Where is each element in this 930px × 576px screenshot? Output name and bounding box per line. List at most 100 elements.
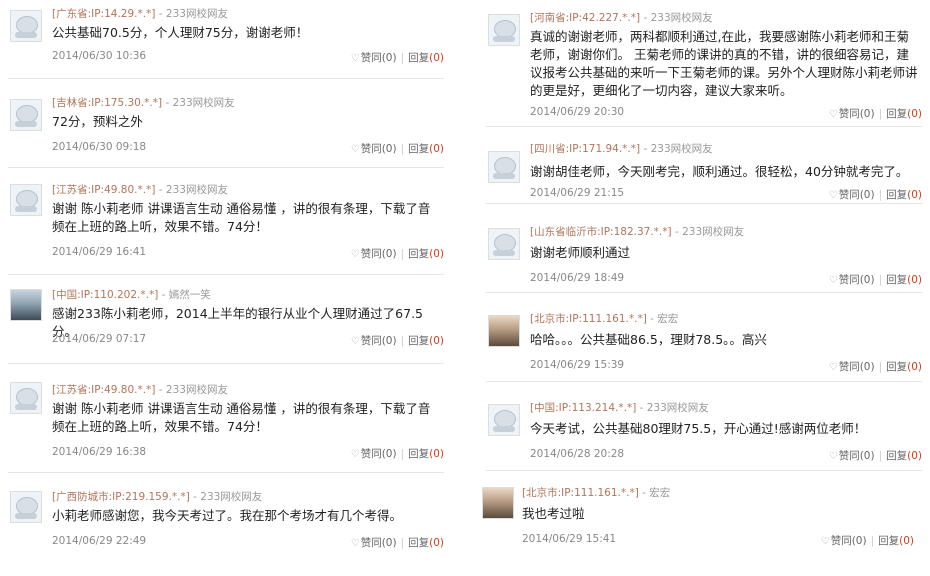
like-button[interactable]: ♡赞同(0) — [821, 535, 867, 547]
ip-location: [河南省:IP:42.227.*.*] — [530, 12, 641, 24]
like-button[interactable]: ♡赞同(0) — [351, 52, 397, 64]
avatar[interactable] — [10, 99, 42, 131]
ip-location: [广东省:IP:14.29.*.*] — [52, 8, 156, 20]
comment-item: [广东省:IP:14.29.*.*] - 233网校网友 公共基础70.5分，个… — [8, 0, 444, 79]
avatar[interactable] — [488, 151, 520, 183]
comment-date: 2014/06/29 20:30 — [530, 106, 625, 118]
comment-date: 2014/06/29 07:17 — [52, 333, 147, 345]
ip-location: [广西防城市:IP:219.159.*.*] — [52, 491, 190, 503]
avatar[interactable] — [10, 184, 42, 216]
comment-date: 2014/06/28 20:28 — [530, 448, 625, 460]
comment-meta: [广西防城市:IP:219.159.*.*] - 233网校网友 — [52, 491, 263, 503]
reply-button[interactable]: 回复(0) — [408, 448, 444, 460]
like-button[interactable]: ♡赞同(0) — [829, 274, 875, 286]
comment-meta: [广东省:IP:14.29.*.*] - 233网校网友 — [52, 8, 228, 20]
like-button[interactable]: ♡赞同(0) — [351, 448, 397, 460]
comment-meta: [山东省临沂市:IP:182.37.*.*] - 233网校网友 — [530, 226, 745, 238]
comment-text: 真诚的谢谢老师，两科都顺利通过,在此，我要感谢陈小莉老师和王菊老师，谢谢你们。 … — [530, 29, 918, 98]
comment-actions: ♡赞同(0) | 回复(0) — [350, 143, 444, 155]
avatar[interactable] — [10, 289, 42, 321]
comment-list-left: [广东省:IP:14.29.*.*] - 233网校网友 公共基础70.5分，个… — [8, 0, 444, 561]
like-button[interactable]: ♡赞同(0) — [829, 361, 875, 373]
ip-location: [四川省:IP:171.94.*.*] — [530, 143, 641, 155]
reply-button[interactable]: 回复(0) — [408, 52, 444, 64]
ip-location: [山东省临沂市:IP:182.37.*.*] — [530, 226, 672, 238]
heart-icon: ♡ — [828, 190, 838, 201]
comment-actions: ♡赞同(0) | 回复(0) — [828, 450, 922, 462]
comment-meta: [吉林省:IP:175.30.*.*] - 233网校网友 — [52, 97, 235, 109]
heart-icon: ♡ — [350, 336, 360, 347]
avatar[interactable] — [10, 382, 42, 414]
comment-date: 2014/06/29 18:49 — [530, 272, 625, 284]
comment-actions: ♡赞同(0) | 回复(0) — [828, 189, 922, 201]
reply-button[interactable]: 回复(0) — [408, 537, 444, 549]
comment-text: 小莉老师感谢您，我今天考过了。我在那个考场才有几个考得。 — [52, 508, 403, 523]
heart-icon: ♡ — [828, 451, 838, 462]
reply-button[interactable]: 回复(0) — [408, 143, 444, 155]
reply-button[interactable]: 回复(0) — [886, 274, 922, 286]
comment-item: [广西防城市:IP:219.159.*.*] - 233网校网友 小莉老师感谢您… — [8, 473, 444, 561]
comment-item: [北京市:IP:111.161.*.*] - 宏宏 我也考过啦 2014/06/… — [482, 471, 922, 561]
reply-button[interactable]: 回复(0) — [886, 450, 922, 462]
username: 嫣然一笑 — [168, 289, 211, 301]
comment-meta: [江苏省:IP:49.80.*.*] - 233网校网友 — [52, 384, 228, 396]
comment-text: 谢谢胡佳老师，今天刚考完，顺利通过。很轻松，40分钟就考完了。 — [530, 164, 909, 179]
reply-button[interactable]: 回复(0) — [408, 248, 444, 260]
comment-date: 2014/06/30 10:36 — [52, 50, 147, 62]
comment-list-right: [河南省:IP:42.227.*.*] - 233网校网友 真诚的谢谢老师，两科… — [482, 0, 922, 561]
heart-icon: ♡ — [820, 536, 830, 547]
avatar[interactable] — [488, 228, 520, 260]
username: 233网校网友 — [165, 184, 228, 196]
ip-location: [吉林省:IP:175.30.*.*] — [52, 97, 163, 109]
like-button[interactable]: ♡赞同(0) — [351, 335, 397, 347]
comment-date: 2014/06/29 22:49 — [52, 535, 147, 547]
comment-actions: ♡赞同(0) | 回复(0) — [828, 361, 922, 373]
comment-actions: ♡赞同(0) | 回复(0) — [350, 335, 444, 347]
comment-text: 谢谢 陈小莉老师 讲课语言生动 通俗易懂 ，讲的很有条理，下载了音频在上班的路上… — [52, 201, 431, 234]
comment-date: 2014/06/29 21:15 — [530, 187, 625, 199]
heart-icon: ♡ — [350, 449, 360, 460]
comment-date: 2014/06/29 16:41 — [52, 246, 147, 258]
comment-item: [江苏省:IP:49.80.*.*] - 233网校网友 谢谢 陈小莉老师 讲课… — [8, 364, 444, 473]
heart-icon: ♡ — [828, 362, 838, 373]
comment-actions: ♡赞同(0) | 回复(0) — [350, 537, 444, 549]
comment-actions: ♡赞同(0) | 回复(0) — [350, 248, 444, 260]
username: 233网校网友 — [646, 402, 709, 414]
reply-button[interactable]: 回复(0) — [886, 189, 922, 201]
like-button[interactable]: ♡赞同(0) — [351, 143, 397, 155]
comment-actions: ♡赞同(0) | 回复(0) — [350, 52, 444, 64]
comment-date: 2014/06/30 09:18 — [52, 141, 147, 153]
avatar[interactable] — [482, 487, 514, 519]
comment-text: 今天考试，公共基础80理财75.5，开心通过!感谢两位老师！ — [530, 421, 867, 436]
avatar[interactable] — [488, 315, 520, 347]
like-button[interactable]: ♡赞同(0) — [829, 450, 875, 462]
reply-button[interactable]: 回复(0) — [878, 535, 914, 547]
ip-location: [北京市:IP:111.161.*.*] — [522, 487, 639, 499]
heart-icon: ♡ — [828, 109, 838, 120]
comment-actions: ♡赞同(0) | 回复(0) — [828, 274, 922, 286]
comment-meta: [江苏省:IP:49.80.*.*] - 233网校网友 — [52, 184, 228, 196]
ip-location: [江苏省:IP:49.80.*.*] — [52, 384, 156, 396]
like-button[interactable]: ♡赞同(0) — [351, 537, 397, 549]
comment-item: [江苏省:IP:49.80.*.*] - 233网校网友 谢谢 陈小莉老师 讲课… — [8, 168, 444, 275]
comment-item: [吉林省:IP:175.30.*.*] - 233网校网友 72分，预料之外 2… — [8, 79, 444, 168]
like-button[interactable]: ♡赞同(0) — [829, 189, 875, 201]
ip-location: [中国:IP:110.202.*.*] — [52, 289, 159, 301]
like-button[interactable]: ♡赞同(0) — [351, 248, 397, 260]
ip-location: [中国:IP:113.214.*.*] — [530, 402, 637, 414]
username: 233网校网友 — [165, 8, 228, 20]
reply-button[interactable]: 回复(0) — [886, 361, 922, 373]
avatar[interactable] — [488, 14, 520, 46]
heart-icon: ♡ — [350, 249, 360, 260]
like-button[interactable]: ♡赞同(0) — [829, 108, 875, 120]
avatar[interactable] — [488, 404, 520, 436]
comment-date: 2014/06/29 15:41 — [522, 533, 617, 545]
reply-button[interactable]: 回复(0) — [886, 108, 922, 120]
avatar[interactable] — [10, 10, 42, 42]
heart-icon: ♡ — [828, 275, 838, 286]
comment-text: 哈哈。。。公共基础86.5，理财78.5。。高兴 — [530, 332, 767, 347]
comment-date: 2014/06/29 15:39 — [530, 359, 625, 371]
reply-button[interactable]: 回复(0) — [408, 335, 444, 347]
comment-item: [北京市:IP:111.161.*.*] - 宏宏 哈哈。。。公共基础86.5，… — [486, 293, 922, 382]
avatar[interactable] — [10, 491, 42, 523]
